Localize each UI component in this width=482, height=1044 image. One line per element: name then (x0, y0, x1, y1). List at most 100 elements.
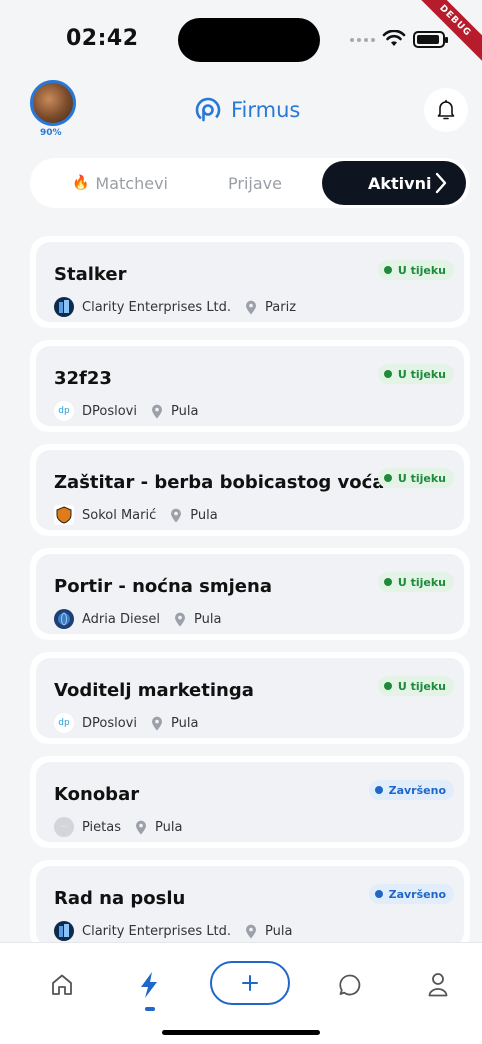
company-name: DPoslovi (82, 403, 137, 419)
chat-icon (339, 974, 361, 996)
status-label: U tijeku (397, 263, 446, 277)
status-label: U tijeku (397, 575, 446, 589)
wifi-icon (382, 30, 406, 46)
nav-profile[interactable] (418, 965, 458, 1005)
status-label: U tijeku (397, 679, 446, 693)
bottom-navigation (0, 942, 482, 1044)
status-badge: U tijeku (377, 468, 454, 488)
status-badge: U tijeku (377, 676, 454, 696)
job-card[interactable]: Zaštitar - berba bobicastog voća U tijek… (30, 444, 470, 536)
status-badge: U tijeku (377, 364, 454, 384)
status-dot (374, 786, 383, 794)
job-card[interactable]: Rad na poslu Završeno Clarity Enterprise… (30, 860, 470, 952)
job-title: Voditelj marketinga (54, 680, 254, 701)
status-dot (383, 474, 392, 482)
app-name: Firmus (231, 98, 301, 122)
battery-icon (413, 31, 448, 48)
job-meta: Clarity Enterprises Ltd. Pula (54, 921, 292, 941)
status-dot (383, 578, 392, 586)
job-title: Stalker (54, 264, 127, 285)
location-pin-icon (136, 820, 146, 834)
status-label: Završeno (388, 887, 446, 901)
job-location: Pariz (265, 299, 297, 315)
dp-logo: dp (54, 401, 74, 421)
app-logo: Firmus (193, 95, 300, 125)
status-dot (383, 266, 392, 274)
bell-icon (437, 99, 455, 120)
location-pin-icon (246, 924, 257, 938)
job-card-body: Rad na poslu Završeno Clarity Enterprise… (36, 866, 464, 946)
plus-icon (242, 975, 258, 991)
status-label: U tijeku (397, 367, 446, 381)
nav-activity[interactable] (129, 965, 169, 1005)
tab-aktivni[interactable]: Aktivni (322, 161, 466, 205)
job-meta: Adria Diesel Pula (54, 609, 221, 629)
bolt-icon (141, 972, 157, 998)
nav-add-button[interactable] (210, 961, 290, 1005)
globe-logo (54, 609, 74, 629)
job-card-body: Portir - noćna smjena U tijeku Adria Die… (36, 554, 464, 634)
nav-home[interactable] (42, 965, 82, 1005)
location-pin-icon (174, 612, 185, 626)
job-card-body: Stalker U tijeku Clarity Enterprises Ltd… (36, 242, 464, 322)
tab-bar: 🔥 Matchevi Prijave Aktivni (30, 158, 470, 208)
signal-icon (350, 38, 375, 42)
job-list: Stalker U tijeku Clarity Enterprises Ltd… (30, 236, 470, 964)
job-card[interactable]: Konobar Završeno ··· Pietas Pula (30, 756, 470, 848)
company-name: Pietas (82, 819, 121, 835)
job-card[interactable]: 32f23 U tijeku dp DPoslovi Pula (30, 340, 470, 432)
dynamic-island (178, 18, 320, 62)
location-pin-icon (246, 300, 257, 314)
location-pin-icon (171, 508, 182, 522)
job-title: 32f23 (54, 368, 112, 389)
dp-logo: dp (54, 713, 74, 733)
status-bar: 02:42 DEBUG (0, 0, 482, 80)
company-name: DPoslovi (82, 715, 137, 731)
svg-text:dp: dp (58, 718, 70, 728)
building-logo (54, 921, 74, 941)
flame-icon: 🔥 (71, 175, 90, 191)
job-card[interactable]: Stalker U tijeku Clarity Enterprises Ltd… (30, 236, 470, 328)
job-meta: ··· Pietas Pula (54, 817, 182, 837)
shield-logo (54, 505, 74, 525)
tab-label: Prijave (228, 173, 282, 193)
status-label: U tijeku (397, 471, 446, 485)
tab-label: Matchevi (95, 173, 168, 193)
company-name: Clarity Enterprises Ltd. (82, 299, 232, 315)
job-card-body: Konobar Završeno ··· Pietas Pula (36, 762, 464, 842)
tab-matchevi[interactable]: 🔥 Matchevi (50, 158, 190, 208)
placeholder-logo: ··· (54, 817, 74, 837)
job-location: Pula (265, 923, 293, 939)
status-time: 02:42 (66, 26, 139, 51)
status-label: Završeno (388, 783, 446, 797)
company-name: Clarity Enterprises Ltd. (82, 923, 232, 939)
status-dot (374, 890, 383, 898)
job-location: Pula (170, 715, 199, 731)
tab-label: Aktivni (368, 173, 432, 193)
active-indicator (145, 1007, 155, 1011)
status-dot (383, 370, 392, 378)
profile-completion: 90% (40, 128, 62, 138)
status-badge: Završeno (368, 780, 454, 800)
job-title: Zaštitar - berba bobicastog voća (54, 472, 385, 493)
building-logo (54, 297, 74, 317)
tab-prijave[interactable]: Prijave (200, 158, 310, 208)
status-badge: U tijeku (377, 572, 454, 592)
status-badge: Završeno (368, 884, 454, 904)
app-header: 90% Firmus (0, 78, 482, 148)
job-title: Rad na poslu (54, 888, 186, 909)
svg-text:···: ··· (61, 824, 67, 831)
avatar[interactable] (30, 80, 76, 126)
notifications-button[interactable] (424, 88, 468, 132)
chevron-right-icon[interactable] (434, 171, 448, 195)
status-badge: U tijeku (377, 260, 454, 280)
company-name: Adria Diesel (82, 611, 160, 627)
job-card[interactable]: Portir - noćna smjena U tijeku Adria Die… (30, 548, 470, 640)
job-meta: dp DPoslovi Pula (54, 401, 198, 421)
job-card[interactable]: Voditelj marketinga U tijeku dp DPoslovi… (30, 652, 470, 744)
job-meta: Sokol Marić Pula (54, 505, 218, 525)
job-card-body: 32f23 U tijeku dp DPoslovi Pula (36, 346, 464, 426)
job-meta: Clarity Enterprises Ltd. Pariz (54, 297, 296, 317)
nav-chat[interactable] (330, 965, 370, 1005)
app-screen: 02:42 DEBUG 90% Firmus 🔥 Matchevi Prijav… (0, 0, 482, 1044)
